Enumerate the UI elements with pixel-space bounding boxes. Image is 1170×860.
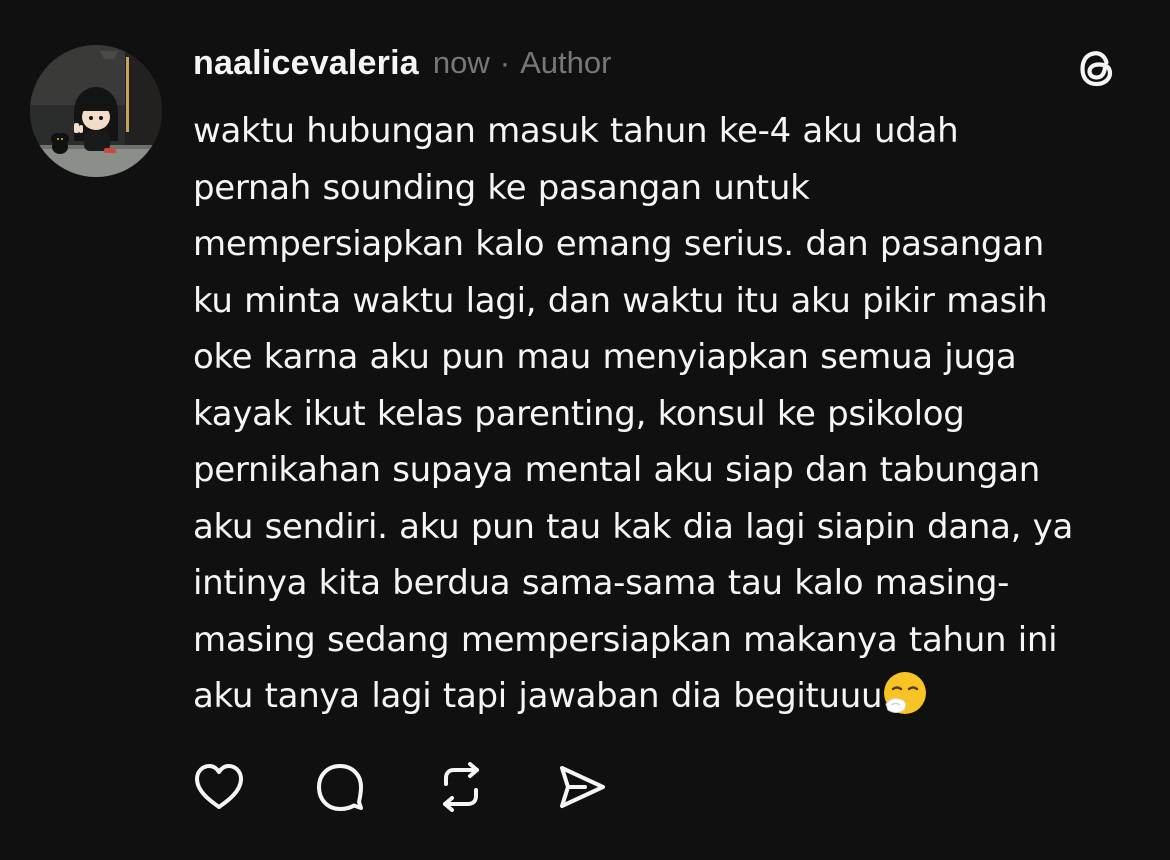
post-text-last-line: aku tanya lagi tapi jawaban dia begituuu (193, 668, 1138, 725)
post-text-line: ku minta waktu lagi, dan waktu itu aku p… (193, 280, 1048, 321)
repost-button[interactable] (432, 758, 490, 816)
avatar[interactable] (30, 45, 162, 177)
post-meta: now · Author (433, 45, 612, 81)
repost-icon (443, 762, 479, 812)
like-button[interactable] (190, 758, 248, 816)
reply-button[interactable] (311, 758, 369, 816)
post-text-line: masing sedang mempersiapkan makanya tahu… (193, 619, 1058, 660)
post-text-line: pernikahan supaya mental aku siap dan ta… (193, 450, 1040, 490)
post-text-line: intinya kita berdua sama-sama tau kalo m… (193, 563, 1010, 603)
post-text: waktu hubungan masuk tahun ke-4 aku udah… (193, 103, 1138, 725)
share-button[interactable] (553, 758, 611, 816)
post-text-line: aku sendiri. aku pun tau kak dia lagi si… (193, 506, 1073, 547)
post-actions (190, 758, 674, 816)
username[interactable]: naalicevaleria (193, 44, 419, 83)
avatar-illustration (30, 45, 162, 177)
author-badge: Author (520, 45, 612, 80)
post-text-line: mempersiapkan kalo emang serius. dan pas… (193, 224, 1044, 264)
comment-bubble-icon (317, 764, 363, 811)
post-text-line: waktu hubungan masuk tahun ke-4 aku udah (193, 111, 959, 151)
meta-separator: · (499, 45, 511, 80)
send-icon (560, 766, 605, 808)
sneezing-face-emoji-icon (884, 672, 927, 714)
post-text-line: aku tanya lagi tapi jawaban dia begituuu (193, 676, 883, 716)
post-text-line: kayak ikut kelas parenting, konsul ke ps… (193, 393, 965, 434)
thread-post: naalicevaleria now · Author waktu hubungan… (0, 0, 1170, 860)
post-text-line: oke karna aku pun mau menyiapkan semua j… (193, 337, 1017, 377)
timestamp: now (432, 45, 490, 80)
threads-logo-icon[interactable] (1073, 44, 1121, 92)
post-header: naalicevaleria now · Author (193, 40, 611, 86)
post-text-line: pernah sounding ke pasangan untuk (193, 167, 810, 208)
heart-icon (195, 764, 243, 809)
